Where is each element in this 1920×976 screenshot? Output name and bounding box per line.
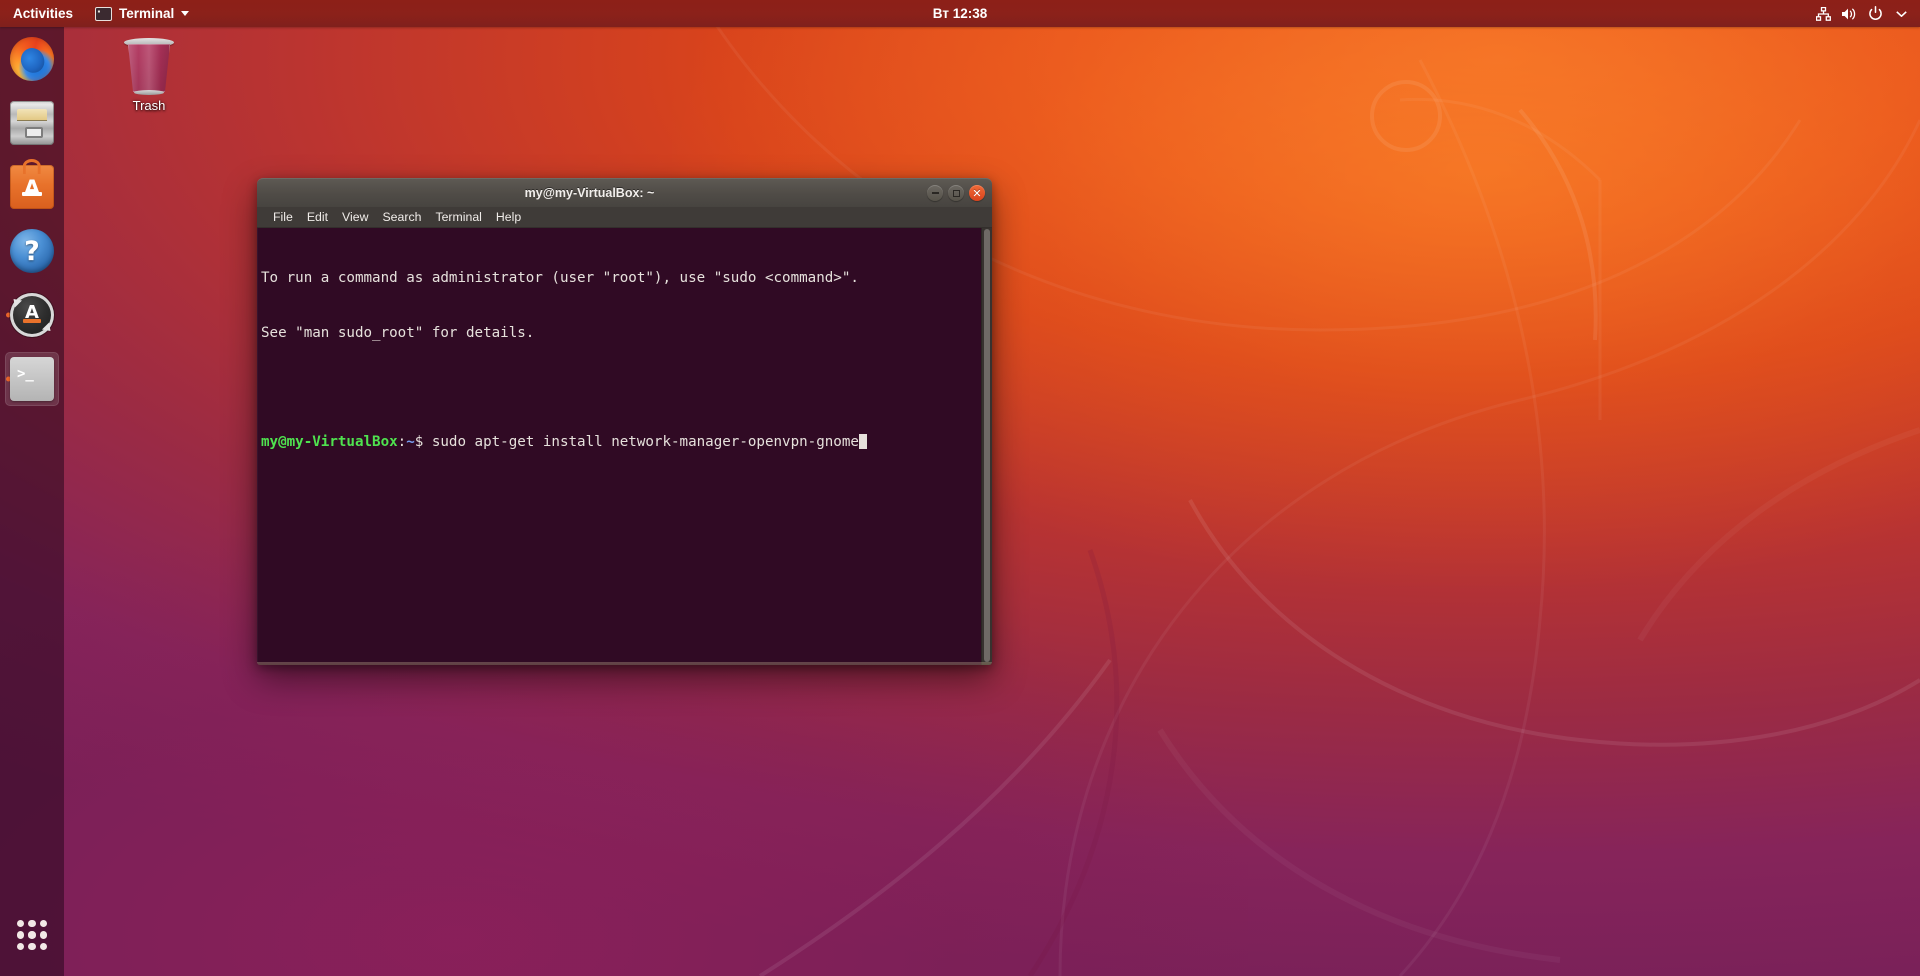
- text-cursor: [858, 434, 868, 450]
- bag-handle: [22, 159, 42, 175]
- activities-label: Activities: [13, 6, 74, 21]
- window-resize-handle[interactable]: [257, 662, 992, 665]
- dock-item-help[interactable]: [5, 224, 59, 278]
- system-status-area[interactable]: [1810, 0, 1914, 27]
- ubuntu-a-bar: [22, 192, 42, 197]
- show-applications-button[interactable]: [0, 908, 64, 962]
- minimize-button[interactable]: [927, 185, 943, 201]
- menu-bar: File Edit View Search Terminal Help: [257, 207, 992, 228]
- terminal-line: To run a command as administrator (user …: [261, 270, 859, 287]
- trash-icon: [124, 38, 174, 95]
- trash-base: [134, 90, 164, 95]
- ubuntu-a-bar: [22, 318, 42, 323]
- menu-item-file[interactable]: File: [266, 210, 300, 224]
- top-bar: Activities Terminal Вт 12:38: [0, 0, 1920, 27]
- terminal-output[interactable]: To run a command as administrator (user …: [257, 228, 992, 488]
- trash-body: [128, 44, 170, 92]
- window-titlebar[interactable]: my@my-VirtualBox: ~ ✕: [257, 178, 992, 207]
- dock-item-software-updater[interactable]: A: [5, 288, 59, 342]
- terminal-command-text: sudo apt-get install network-manager-ope…: [423, 434, 859, 451]
- desktop-icon-trash[interactable]: Trash: [104, 38, 194, 113]
- menu-item-help[interactable]: Help: [489, 210, 528, 224]
- activities-button[interactable]: Activities: [0, 0, 84, 27]
- apps-grid-icon: [17, 920, 47, 950]
- window-controls: ✕: [927, 179, 985, 207]
- prompt-path: ~: [406, 434, 415, 451]
- volume-icon[interactable]: [1836, 0, 1862, 27]
- window-title: my@my-VirtualBox: ~: [524, 186, 655, 200]
- terminal-icon: [10, 357, 54, 401]
- clock-button[interactable]: Вт 12:38: [925, 0, 995, 27]
- terminal-line: See "man sudo_root" for details.: [261, 325, 535, 342]
- files-icon: [10, 101, 54, 145]
- terminal-icon: [95, 5, 113, 21]
- software-icon: A: [10, 159, 54, 209]
- menu-item-terminal[interactable]: Terminal: [428, 210, 488, 224]
- terminal-window[interactable]: my@my-VirtualBox: ~ ✕ File Edit View Sea…: [257, 178, 992, 665]
- network-icon[interactable]: [1810, 0, 1836, 27]
- chevron-down-icon: [181, 11, 190, 16]
- maximize-icon: [952, 189, 960, 197]
- prompt-user-host: my@my-VirtualBox: [261, 434, 398, 451]
- terminal-scrollbar[interactable]: [981, 228, 992, 665]
- power-icon[interactable]: [1862, 0, 1888, 27]
- close-icon: ✕: [972, 186, 982, 200]
- clock-label: Вт 12:38: [932, 6, 988, 21]
- dock: A A: [0, 27, 64, 976]
- scrollbar-thumb[interactable]: [984, 229, 990, 662]
- chevron-down-icon[interactable]: [1888, 0, 1914, 27]
- close-button[interactable]: ✕: [969, 185, 985, 201]
- updater-icon: A: [9, 293, 55, 337]
- desktop-icon-label: Trash: [132, 98, 166, 113]
- app-menu-button[interactable]: Terminal: [84, 0, 200, 27]
- dock-item-terminal[interactable]: [5, 352, 59, 406]
- dock-item-firefox[interactable]: [5, 32, 59, 86]
- firefox-icon: [10, 37, 54, 81]
- help-icon: [10, 229, 54, 273]
- minimize-icon: [931, 192, 939, 194]
- prompt-colon: :: [397, 434, 407, 451]
- ubuntu-a-glyph: A: [23, 176, 41, 201]
- dock-item-files[interactable]: [5, 96, 59, 150]
- refresh-arrow-bottom: [41, 322, 55, 335]
- dock-item-ubuntu-software[interactable]: A: [5, 159, 59, 214]
- maximize-button[interactable]: [948, 185, 964, 201]
- app-menu-label: Terminal: [119, 6, 175, 21]
- terminal-body[interactable]: To run a command as administrator (user …: [257, 228, 992, 665]
- terminal-prompt-line: my@my-VirtualBox:~$ sudo apt-get install…: [261, 433, 989, 451]
- menu-item-view[interactable]: View: [335, 210, 375, 224]
- menu-item-edit[interactable]: Edit: [300, 210, 335, 224]
- menu-item-search[interactable]: Search: [375, 210, 428, 224]
